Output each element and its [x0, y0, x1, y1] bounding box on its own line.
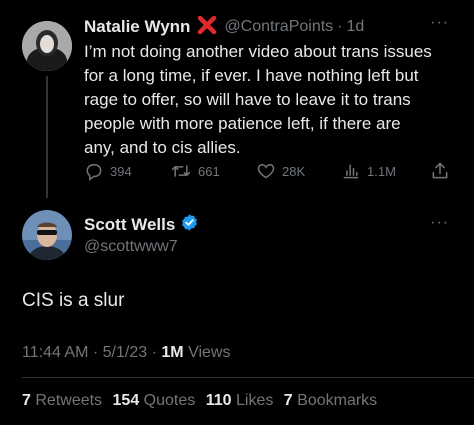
main-author-avatar[interactable] — [22, 210, 72, 260]
meta-separator: · — [92, 344, 99, 361]
parent-author-avatar[interactable] — [22, 21, 72, 71]
reply-button[interactable]: 394 — [84, 161, 132, 181]
share-button[interactable] — [430, 161, 450, 186]
text-line: rage to offer, so will have to leave it … — [84, 90, 411, 109]
main-tweet-header: Scott Wells — [84, 214, 199, 236]
parent-author-handle[interactable]: @ContraPoints — [224, 18, 333, 36]
views-count: 1.1M — [367, 163, 396, 179]
views-total: 1M — [161, 344, 184, 361]
main-author-handle[interactable]: @scottwww7 — [84, 238, 178, 256]
tweet-meta: 11:44 AM · 5/1/23 · 1M Views — [22, 344, 230, 362]
text-line: for a long time, if ever. I have nothing… — [84, 66, 419, 85]
stat-likes[interactable]: 110 Likes — [206, 392, 278, 409]
header-separator: · — [337, 18, 343, 35]
reply-count: 394 — [110, 163, 132, 179]
views-label: Views — [188, 344, 231, 361]
like-button[interactable]: 28K — [256, 161, 305, 181]
main-more-options-icon[interactable]: ··· — [430, 214, 449, 232]
thread-connector-line — [46, 76, 48, 198]
text-line: people with more patience left, if there… — [84, 114, 401, 133]
main-tweet-text: CIS is a slur — [22, 290, 125, 311]
main-author-name[interactable]: Scott Wells — [84, 215, 175, 235]
parent-tweet-text: I’m not doing another video about trans … — [84, 40, 464, 160]
meta-separator: · — [151, 344, 157, 361]
divider — [22, 377, 474, 378]
reply-icon — [84, 161, 104, 181]
parent-author-name[interactable]: Natalie Wynn — [84, 17, 190, 37]
retweet-icon — [170, 161, 192, 181]
analytics-icon — [341, 161, 361, 181]
share-icon — [430, 162, 450, 185]
retweet-button[interactable]: 661 — [170, 161, 220, 181]
text-line: I’m not doing another video about trans … — [84, 42, 432, 61]
engagement-stats: 7 Retweets 154 Quotes 110 Likes 7 Bookma… — [22, 392, 377, 410]
tweet-date[interactable]: 5/1/23 — [103, 344, 147, 361]
like-count: 28K — [282, 163, 306, 179]
red-x-icon — [196, 14, 218, 41]
verified-badge-icon — [180, 213, 199, 237]
stat-bookmarks[interactable]: 7 Bookmarks — [284, 392, 377, 409]
stat-quotes[interactable]: 154 Quotes — [113, 392, 200, 409]
views-button[interactable]: 1.1M — [341, 161, 396, 181]
parent-tweet-age[interactable]: 1d — [347, 18, 365, 36]
retweet-count: 661 — [198, 163, 220, 179]
parent-tweet-header: Natalie Wynn @ContraPoints · 1d — [84, 15, 364, 39]
tweet-time[interactable]: 11:44 AM — [22, 344, 88, 361]
stat-retweets[interactable]: 7 Retweets — [22, 392, 107, 409]
heart-icon — [256, 161, 276, 181]
text-line: any, and to cis allies. — [84, 138, 241, 157]
parent-more-options-icon[interactable]: ··· — [430, 14, 449, 32]
